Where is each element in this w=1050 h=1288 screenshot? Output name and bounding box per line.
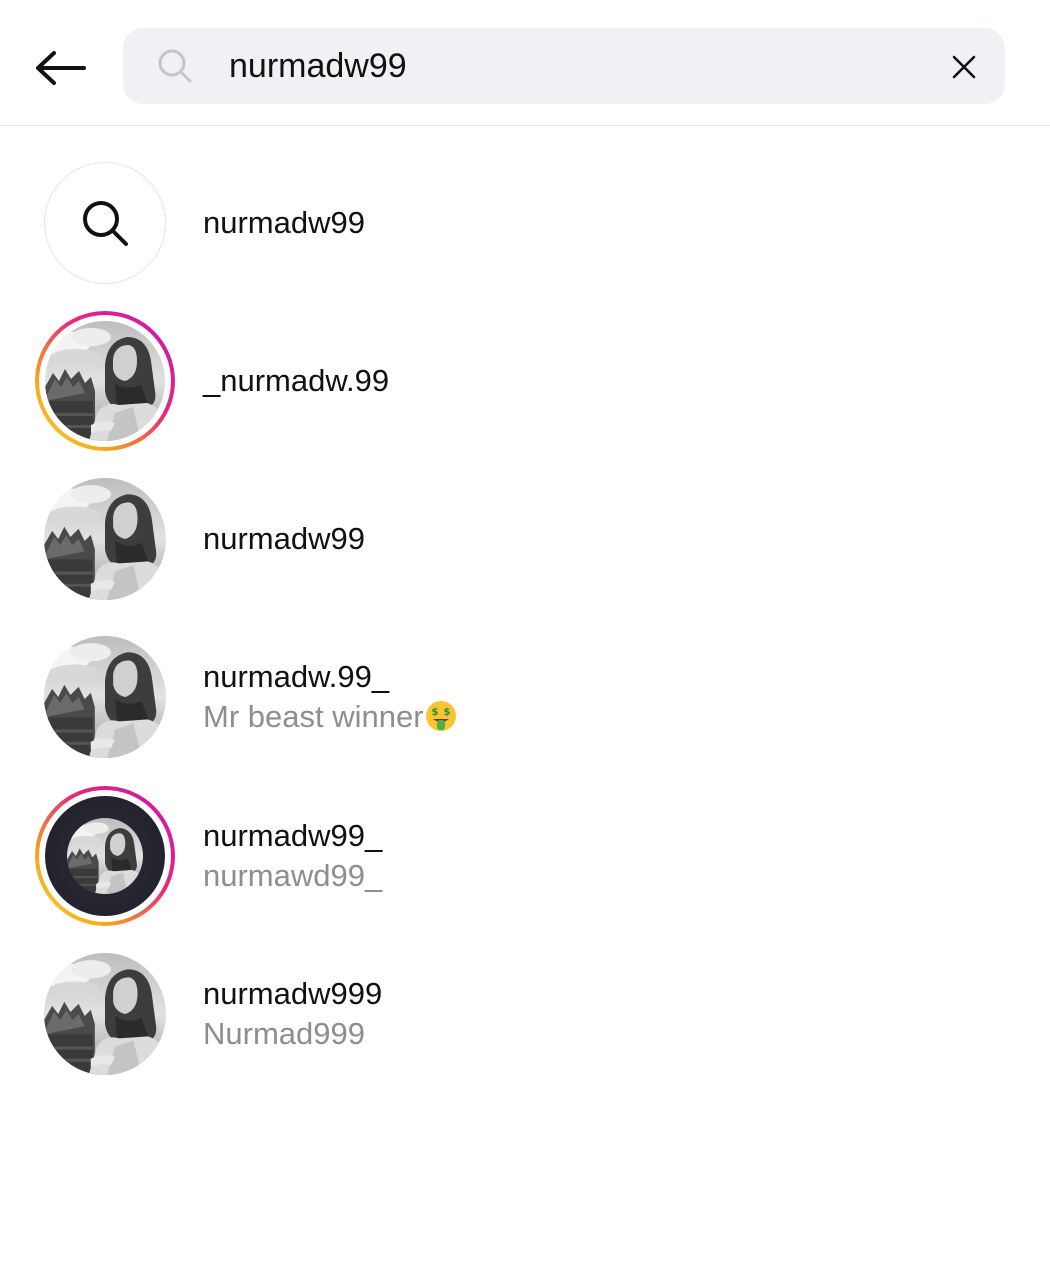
arrow-left-icon (36, 51, 86, 85)
close-icon (952, 55, 976, 79)
profile-photo (67, 818, 143, 894)
result-username: nurmadw99 (203, 205, 365, 240)
search-bar[interactable] (123, 28, 1005, 104)
keyword-avatar (35, 153, 175, 293)
account-result[interactable]: nurmadw999 Nurmad999 (0, 939, 1050, 1089)
avatar (35, 944, 175, 1084)
account-result[interactable]: nurmadw99 (0, 464, 1050, 614)
search-input[interactable] (229, 42, 919, 90)
result-username: nurmadw999 (203, 976, 383, 1011)
avatar (35, 627, 175, 767)
account-result[interactable]: nurmadw.99_ Mr beast winner $ $ (0, 622, 1050, 772)
svg-text:$: $ (443, 707, 450, 718)
result-username: nurmadw.99_ (203, 659, 390, 694)
keyword-result[interactable]: nurmadw99 (0, 148, 1050, 298)
result-subtitle: Mr beast winner $ $ (203, 699, 458, 735)
money-mouth-face-icon: $ $ (425, 701, 456, 731)
account-result[interactable]: nurmadw99_ nurmawd99_ (0, 781, 1050, 931)
result-subtitle: Nurmad999 (203, 1016, 365, 1051)
clear-search-button[interactable] (943, 46, 985, 88)
avatar (35, 311, 175, 451)
svg-text:$: $ (431, 707, 438, 718)
profile-photo (45, 321, 165, 441)
result-username: nurmadw99_ (203, 818, 383, 853)
search-icon (83, 201, 128, 246)
top-bar (0, 0, 1050, 126)
account-result[interactable]: _nurmadw.99 (0, 306, 1050, 456)
avatar (35, 786, 175, 926)
result-username: _nurmadw.99 (203, 363, 390, 398)
profile-photo (44, 636, 166, 758)
profile-photo-frame (45, 796, 165, 916)
profile-photo (44, 953, 166, 1075)
result-username: nurmadw99 (203, 521, 365, 556)
search-icon (158, 49, 192, 83)
avatar (35, 469, 175, 609)
result-subtitle: nurmawd99_ (203, 858, 383, 893)
back-button[interactable] (30, 40, 90, 96)
profile-photo (44, 478, 166, 600)
